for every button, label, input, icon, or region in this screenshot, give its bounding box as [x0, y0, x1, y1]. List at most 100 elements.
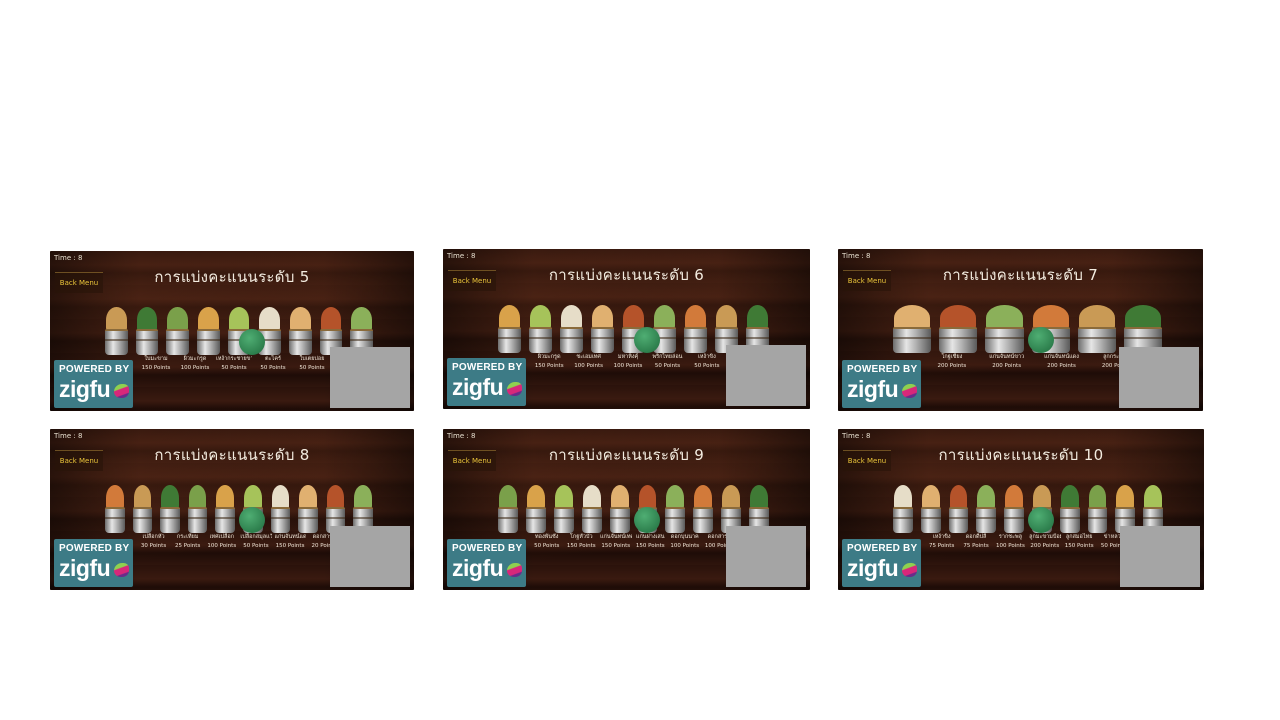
- bucket-icon: [525, 507, 546, 533]
- zigfu-logo-icon: [114, 563, 129, 577]
- game-screenshot-panel: Time : 8 Back Menu การแบ่งคะแนนระดับ 8 เปลื…: [50, 429, 414, 590]
- herb-points: 50 Points: [694, 363, 720, 369]
- level-title: การแบ่งคะแนนระดับ 10: [938, 446, 1104, 464]
- zigfu-logo-icon: [114, 384, 129, 398]
- herb-name: เปลือกหัว: [142, 534, 165, 540]
- herb-points: 30 Points: [140, 543, 167, 549]
- herb-name: ใบเตยบ่อย: [299, 356, 325, 362]
- herb-score-item: แก่นจันทน์แดง 150 Points: [275, 533, 306, 551]
- camera-placeholder-box: [1120, 526, 1200, 587]
- bucket-icon: [560, 327, 583, 353]
- herb-name: กระเทียม: [176, 534, 199, 540]
- herb-bucket[interactable]: [163, 307, 192, 355]
- herb-score-item: รากชะพลู 100 Points: [995, 533, 1026, 551]
- timer-text: Time : 8: [54, 432, 83, 440]
- herb-bucket[interactable]: [495, 305, 524, 353]
- herb-bucket[interactable]: [936, 305, 980, 353]
- bucket-icon: [529, 327, 552, 353]
- herb-bucket[interactable]: [133, 307, 162, 355]
- herb-bucket[interactable]: [523, 485, 549, 533]
- herb-bucket[interactable]: [130, 485, 156, 533]
- herb-score-item: กระเทียม 25 Points: [172, 533, 203, 551]
- herb-name: เหง้าขิง: [932, 534, 951, 540]
- herb-points: 100 Points: [574, 363, 604, 369]
- herb-score-item: ผิวมะกรูด 150 Points: [531, 353, 567, 371]
- green-ball-cursor: [239, 329, 265, 355]
- herb-bucket[interactable]: [1121, 305, 1165, 353]
- herb-name: โกฐเชียง: [941, 354, 963, 360]
- herb-bucket[interactable]: [890, 485, 916, 533]
- zigfu-logo-badge: POWERED BY zigfu: [54, 539, 133, 587]
- bucket-icon: [693, 507, 714, 533]
- herb-name: ผิวมะกรูด: [183, 356, 207, 362]
- herb-score-item: พริกไทยล่อน 50 Points: [649, 353, 685, 371]
- bucket-icon: [920, 507, 941, 533]
- herb-bucket[interactable]: [268, 485, 294, 533]
- zigfu-logo-badge: POWERED BY zigfu: [842, 539, 921, 587]
- herb-points: 75 Points: [963, 543, 989, 549]
- bucket-icon: [197, 329, 220, 355]
- herb-bucket[interactable]: [1001, 485, 1027, 533]
- herb-bucket[interactable]: [557, 305, 586, 353]
- level-title: การแบ่งคะแนนระดับ 6: [548, 266, 705, 284]
- herb-bucket[interactable]: [1085, 485, 1111, 533]
- herb-bucket[interactable]: [1075, 305, 1119, 353]
- bucket-icon: [665, 507, 686, 533]
- herb-bucket[interactable]: [495, 485, 521, 533]
- bucket-icon: [270, 507, 291, 533]
- herb-bucket[interactable]: [973, 485, 999, 533]
- herb-bucket[interactable]: [982, 305, 1026, 353]
- herb-name: แก่นจันทน์แดง: [274, 534, 306, 540]
- herb-points: 150 Points: [566, 543, 596, 549]
- zigfu-wordmark: zigfu: [452, 374, 504, 400]
- camera-placeholder-box: [330, 347, 410, 408]
- green-ball-cursor: [1028, 327, 1054, 353]
- level-title: การแบ่งคะแนนระดับ 5: [154, 268, 310, 286]
- bucket-icon: [132, 507, 153, 533]
- herb-bucket[interactable]: [526, 305, 555, 353]
- herb-points: 200 Points: [1047, 363, 1076, 369]
- herb-bucket[interactable]: [551, 485, 577, 533]
- herb-bucket[interactable]: [185, 485, 211, 533]
- powered-by-text: POWERED BY: [847, 364, 918, 375]
- herb-bucket[interactable]: [212, 485, 238, 533]
- herb-bucket[interactable]: [295, 485, 321, 533]
- herb-name: เหง้าขิง: [698, 354, 716, 360]
- herb-bucket-row: [890, 305, 1165, 353]
- timer-text: Time : 8: [842, 432, 871, 440]
- camera-placeholder-box: [726, 345, 806, 406]
- herb-name: ลูกมะขามป้อม: [1029, 534, 1061, 540]
- herb-bucket[interactable]: [579, 485, 605, 533]
- herb-bucket[interactable]: [681, 305, 710, 353]
- camera-placeholder-box: [330, 526, 410, 587]
- bucket-icon: [215, 507, 235, 533]
- herb-bucket[interactable]: [890, 305, 934, 353]
- bucket-icon: [948, 507, 969, 533]
- herb-bucket[interactable]: [588, 305, 617, 353]
- herb-bucket[interactable]: [662, 485, 688, 533]
- herb-bucket[interactable]: [194, 307, 223, 355]
- herb-name: ตะไคร้: [265, 356, 281, 362]
- herb-bucket[interactable]: [102, 307, 131, 355]
- herb-bucket[interactable]: [1057, 485, 1083, 533]
- bucket-icon: [298, 507, 318, 533]
- herb-bucket[interactable]: [918, 485, 944, 533]
- herb-bucket[interactable]: [607, 485, 633, 533]
- bucket-icon: [893, 327, 932, 353]
- green-ball-cursor: [239, 507, 265, 533]
- herb-points: 50 Points: [299, 365, 325, 371]
- herb-points: 100 Points: [180, 365, 210, 371]
- herb-score-item: แก่นฝางเสน 150 Points: [635, 533, 667, 551]
- herb-bucket[interactable]: [690, 485, 716, 533]
- herb-bucket[interactable]: [946, 485, 972, 533]
- herb-name: มหาหิงคุ์: [617, 354, 639, 360]
- herb-bucket[interactable]: [157, 485, 183, 533]
- herb-points: 100 Points: [613, 363, 643, 369]
- herb-bucket[interactable]: [102, 485, 128, 533]
- herb-points: 150 Points: [534, 363, 564, 369]
- bucket-icon: [160, 507, 180, 533]
- zigfu-logo-badge: POWERED BY zigfu: [842, 360, 921, 408]
- herb-score-item: ชะเอมเทศ 100 Points: [570, 353, 606, 371]
- herb-bucket[interactable]: [286, 307, 315, 355]
- herb-score-item: ดอกบุนนาค 100 Points: [669, 533, 701, 551]
